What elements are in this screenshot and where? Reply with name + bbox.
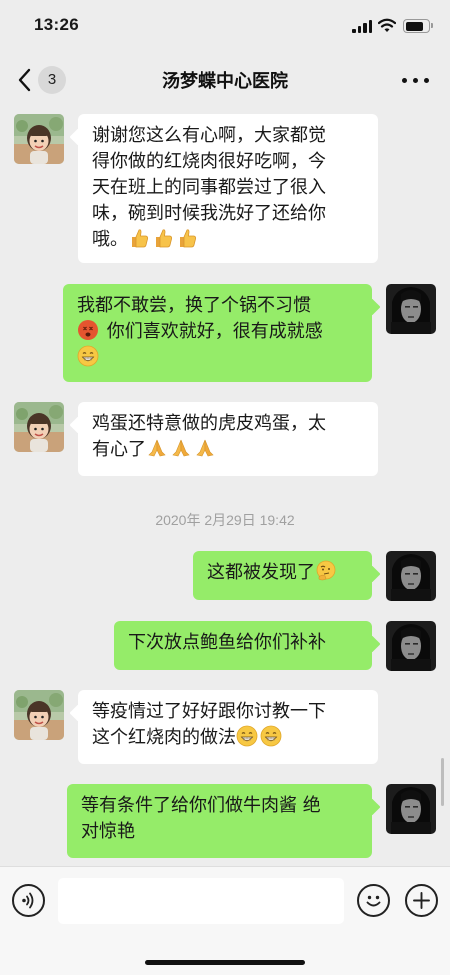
contact-avatar[interactable] xyxy=(14,402,64,452)
thumbs-up-icon xyxy=(128,227,150,249)
unread-count-badge: 3 xyxy=(38,66,66,94)
my-avatar[interactable] xyxy=(386,284,436,334)
back-button[interactable]: 3 xyxy=(16,64,72,96)
my-avatar[interactable] xyxy=(386,551,436,601)
message-bubble-incoming[interactable]: 等疫情过了好好跟你讨教一下 这个红烧肉的做法 xyxy=(78,690,378,764)
chat-message-list[interactable]: 谢谢您这么有心啊，大家都觉 得你做的红烧肉很好吃啊，今 天在班上的同事都尝过了很… xyxy=(0,106,450,866)
contact-avatar[interactable] xyxy=(14,114,64,164)
message-text: 谢谢您这么有心啊，大家都觉 得你做的红烧肉很好吃啊，今 天在班上的同事都尝过了很… xyxy=(92,125,326,250)
message-text: 下次放点鲍鱼给你们补补 xyxy=(128,632,326,653)
status-time: 13:26 xyxy=(34,15,79,34)
message-bubble-outgoing[interactable]: 我都不敢尝，换了个锅不习惯 你们喜欢就好，很有成就感 xyxy=(63,284,372,382)
smiley-icon xyxy=(366,895,381,907)
message-input[interactable] xyxy=(58,878,344,924)
message-text: 这都被发现了 xyxy=(207,560,358,586)
message-text: 等有条件了给你们做牛肉酱 绝 对惊艳 xyxy=(81,795,321,842)
cellular-signal-icon xyxy=(352,20,372,33)
thinking-face-icon xyxy=(315,560,337,582)
voice-button[interactable] xyxy=(12,884,45,917)
praying-hands-icon xyxy=(170,437,192,459)
battery-level xyxy=(405,21,424,31)
message-bubble-incoming[interactable]: 鸡蛋还特意做的虎皮鸡蛋，太 有心了 xyxy=(78,402,378,476)
status-bar: 13:26 xyxy=(0,0,450,54)
emoji-button[interactable] xyxy=(357,884,390,917)
chat-title: 汤梦蝶中心医院 xyxy=(162,71,288,92)
message-text: 鸡蛋还特意做的虎皮鸡蛋，太 有心了 xyxy=(92,413,326,460)
input-bar xyxy=(0,866,450,975)
home-indicator xyxy=(145,960,305,965)
wifi-icon xyxy=(378,18,396,32)
more-dots-icon xyxy=(402,78,407,83)
message-timestamp: 2020年 2月29日 19:42 xyxy=(155,512,295,528)
battery-cap xyxy=(431,23,433,28)
message-text: 等疫情过了好好跟你讨教一下 这个红烧肉的做法 xyxy=(92,701,326,748)
plus-icon xyxy=(413,892,430,909)
praying-hands-icon xyxy=(146,437,168,459)
more-functions-button[interactable] xyxy=(405,884,438,917)
praying-hands-icon xyxy=(194,437,216,459)
nav-bar: 3 汤梦蝶中心医院 xyxy=(0,54,450,106)
dizzy-face-icon xyxy=(77,319,99,341)
voice-icon xyxy=(22,892,34,909)
my-avatar[interactable] xyxy=(386,784,436,834)
chat-scrollbar[interactable] xyxy=(441,758,444,806)
message-text: 我都不敢尝，换了个锅不习惯 你们喜欢就好，很有成就感 xyxy=(77,293,358,371)
chevron-left-icon xyxy=(18,68,31,92)
my-avatar[interactable] xyxy=(386,621,436,671)
grin-icon xyxy=(236,725,258,747)
message-bubble-outgoing[interactable]: 这都被发现了 xyxy=(193,551,372,600)
more-button[interactable] xyxy=(402,68,430,92)
thumbs-up-icon xyxy=(176,227,198,249)
message-bubble-outgoing[interactable]: 等有条件了给你们做牛肉酱 绝 对惊艳 xyxy=(67,784,372,858)
contact-avatar[interactable] xyxy=(14,690,64,740)
thumbs-up-icon xyxy=(152,227,174,249)
grin-icon xyxy=(260,725,282,747)
message-bubble-outgoing[interactable]: 下次放点鲍鱼给你们补补 xyxy=(114,621,372,670)
battery-icon xyxy=(403,19,430,33)
grin-icon xyxy=(77,345,99,367)
message-bubble-incoming[interactable]: 谢谢您这么有心啊，大家都觉 得你做的红烧肉很好吃啊，今 天在班上的同事都尝过了很… xyxy=(78,114,378,263)
